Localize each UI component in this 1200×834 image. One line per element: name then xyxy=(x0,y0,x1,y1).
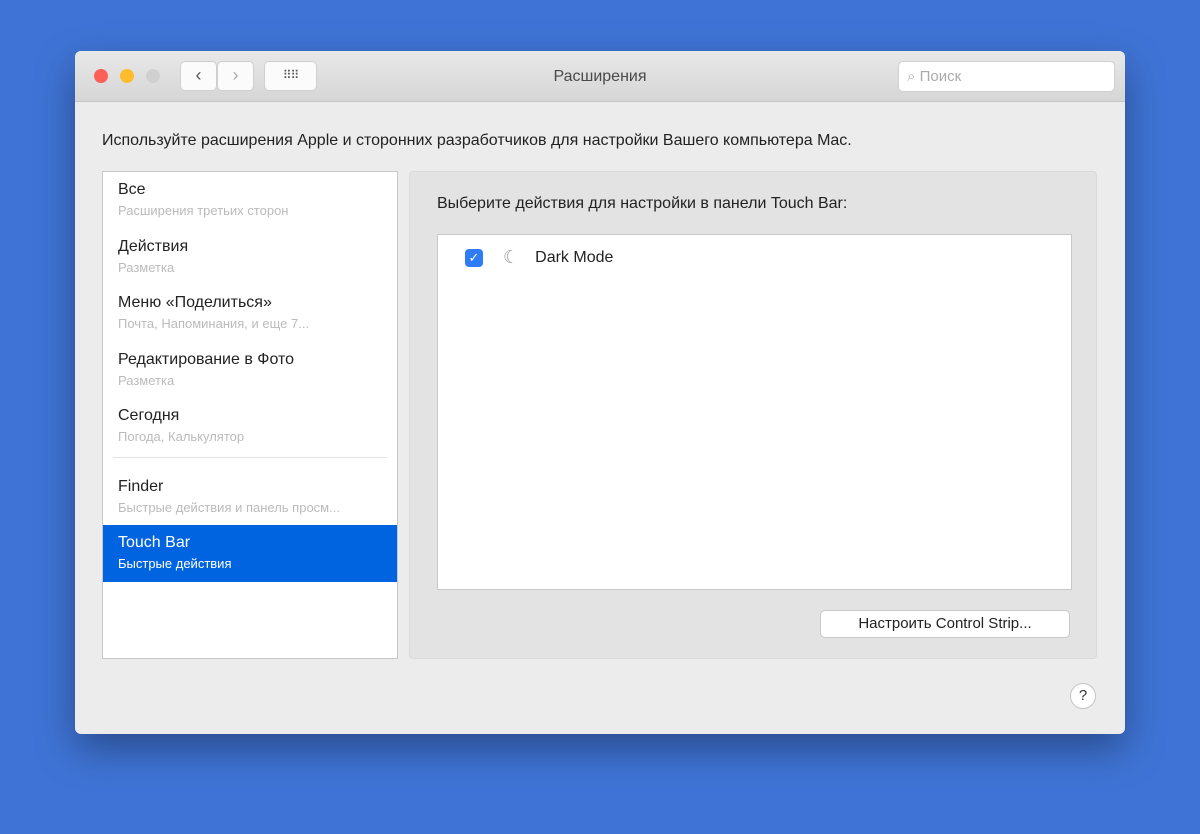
action-name: Dark Mode xyxy=(535,248,614,266)
sidebar-item-finder[interactable]: Finder Быстрые действия и панель просм... xyxy=(103,469,397,526)
moon-icon: ☾ xyxy=(503,247,520,267)
divider xyxy=(113,456,387,458)
item-sub: Быстрые действия xyxy=(118,556,232,571)
sidebar-item-touch-bar[interactable]: Touch Bar Быстрые действия xyxy=(103,525,397,582)
item-name: Редактирование в Фото xyxy=(118,350,295,368)
item-name: Сегодня xyxy=(118,407,180,424)
sidebar-item-today[interactable]: Сегодня Погода, Калькулятор xyxy=(103,398,397,455)
sidebar-item-photos-editing[interactable]: Редактирование в Фото Разметка xyxy=(103,342,397,399)
item-name: Finder xyxy=(118,477,164,495)
item-name: Меню «Поделиться» xyxy=(118,294,272,311)
item-name: Действия xyxy=(118,237,189,255)
item-sub: Погода, Калькулятор xyxy=(118,429,245,444)
item-name: Touch Bar xyxy=(118,534,191,551)
action-row[interactable]: ✓ ☾ Dark Mode xyxy=(465,247,613,268)
item-sub: Почта, Напоминания, и еще 7... xyxy=(118,316,310,331)
detail-panel: Выберите действия для настройки в панели… xyxy=(409,171,1097,659)
item-sub: Разметка xyxy=(118,259,175,275)
search-icon: ⌕ xyxy=(907,68,916,85)
checkbox-checked-icon[interactable]: ✓ xyxy=(465,248,483,267)
sidebar-item-share-menu[interactable]: Меню «Поделиться» Почта, Напоминания, и е… xyxy=(103,285,397,342)
extensions-list: Все Расширения третьих сторон Действия Раз… xyxy=(102,171,398,659)
item-name: Все xyxy=(118,181,146,198)
panel-label: Выберите действия для настройки в панели… xyxy=(437,195,848,212)
item-sub: Расширения третьих сторон xyxy=(118,203,289,218)
item-sub: Быстрые действия и панель просм... xyxy=(118,499,340,515)
search-placeholder: Поиск xyxy=(919,68,962,85)
description: Используйте расширения Apple и сторонних… xyxy=(102,132,852,149)
customize-control-strip-button[interactable]: Настроить Control Strip... xyxy=(820,610,1070,638)
sidebar-item-all[interactable]: Все Расширения третьих сторон xyxy=(103,172,397,229)
search-input[interactable]: ⌕ Поиск xyxy=(898,61,1115,92)
titlebar: ‹ › ⠿⠿ Расширения ⌕ Поиск xyxy=(75,51,1125,102)
item-sub: Разметка xyxy=(118,372,175,388)
actions-list: ✓ ☾ Dark Mode xyxy=(437,234,1072,590)
sidebar-item-actions[interactable]: Действия Разметка xyxy=(103,229,397,286)
preferences-window: ‹ › ⠿⠿ Расширения ⌕ Поиск Используйте ра… xyxy=(75,51,1125,734)
help-button[interactable]: ? xyxy=(1070,683,1096,709)
